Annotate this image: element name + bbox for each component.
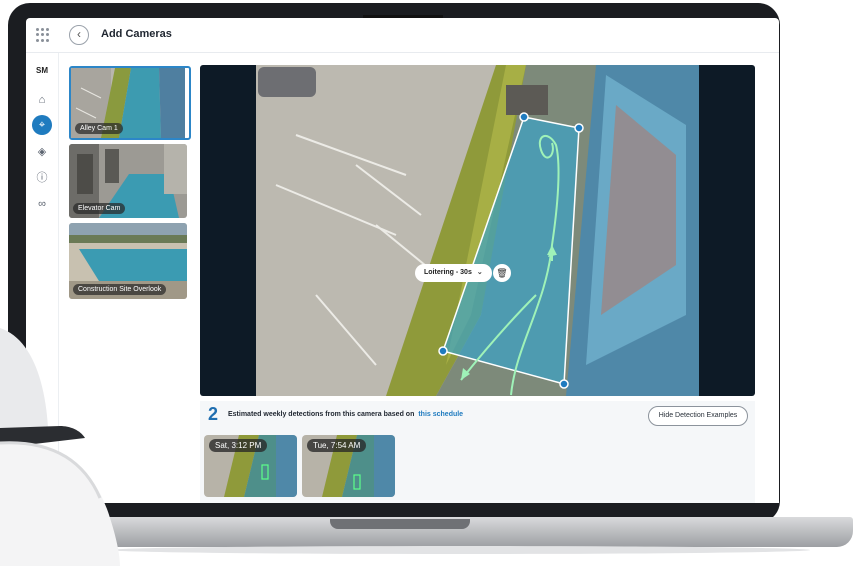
laptop-lip: [330, 519, 470, 529]
detection-count: 2: [208, 404, 219, 424]
camera-thumb-elevator[interactable]: Elevator Cam: [69, 144, 187, 218]
chevron-left-icon: ‹: [77, 27, 81, 41]
chevron-down-icon: ⌄: [476, 269, 483, 276]
zone-rule-dropdown[interactable]: Loitering - 30s ⌄: [415, 264, 492, 282]
zone-rule-label: Loitering - 30s: [424, 269, 472, 276]
detection-example[interactable]: Sat, 3:12 PM: [204, 435, 297, 497]
camera-thumb-construction[interactable]: Construction Site Overlook: [69, 223, 187, 299]
camera-label: Elevator Cam: [73, 203, 126, 214]
home-icon[interactable]: ⌂: [33, 91, 51, 109]
layers-icon[interactable]: ◈: [33, 143, 51, 161]
back-button[interactable]: ‹: [69, 25, 89, 45]
avatar[interactable]: SM: [31, 66, 53, 75]
app-screen: ‹ Add Cameras SM ⌂ ⌖ ◈ ⓘ ∞ Alley Cam 1 E…: [26, 18, 779, 503]
trash-icon: 🗑: [496, 268, 508, 278]
camera-label: Alley Cam 1: [75, 123, 123, 134]
estimate-description: Estimated weekly detections from this ca…: [228, 411, 463, 418]
laptop-base: [70, 517, 853, 547]
cameras-icon[interactable]: ⌖: [32, 115, 52, 135]
app-grid-icon[interactable]: [36, 28, 50, 42]
estimate-text: Estimated weekly detections from this ca…: [228, 411, 415, 418]
camera-thumb-alley[interactable]: Alley Cam 1: [69, 66, 191, 140]
camera-viewer: Loitering - 30s ⌄ 🗑: [200, 65, 755, 396]
laptop-shadow: [110, 546, 810, 554]
link-icon[interactable]: ∞: [33, 195, 51, 213]
top-bar: ‹ Add Cameras: [26, 18, 779, 53]
example-timestamp: Tue, 7:54 AM: [307, 439, 367, 452]
alley-camera-feed: [256, 65, 699, 396]
camera-label: Construction Site Overlook: [73, 284, 167, 295]
page-title: Add Cameras: [101, 28, 172, 40]
detection-example[interactable]: Tue, 7:54 AM: [302, 435, 395, 497]
example-timestamp: Sat, 3:12 PM: [209, 439, 268, 452]
dome-camera-image: [0, 328, 120, 566]
alert-icon[interactable]: ⓘ: [33, 169, 51, 187]
hide-detection-examples-button[interactable]: Hide Detection Examples: [648, 406, 748, 426]
schedule-link[interactable]: this schedule: [418, 411, 463, 418]
delete-zone-button[interactable]: 🗑: [493, 264, 511, 282]
